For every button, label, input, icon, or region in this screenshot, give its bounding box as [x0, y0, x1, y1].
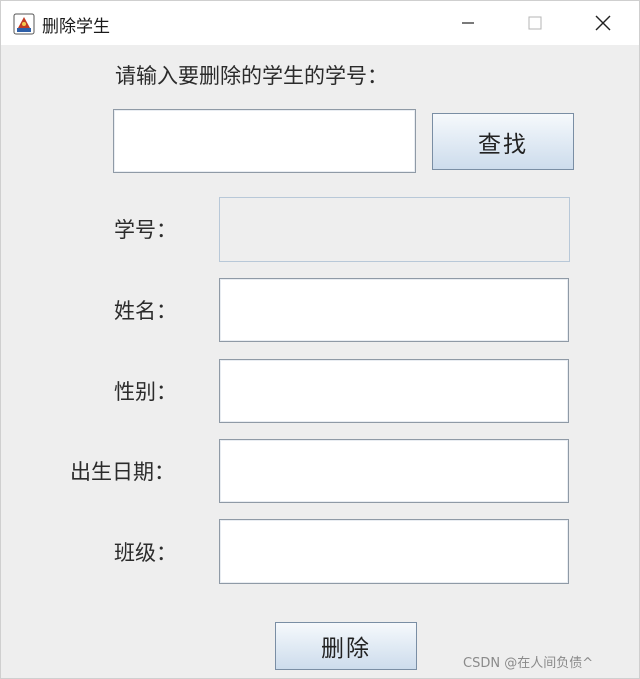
name-label: 姓名： — [114, 299, 177, 323]
gender-field[interactable] — [219, 359, 569, 423]
birth-date-field[interactable] — [219, 439, 569, 503]
title-bar[interactable]: 删除学生 — [1, 1, 639, 45]
maximize-icon — [528, 16, 542, 30]
student-id-field — [219, 197, 570, 262]
minimize-icon — [462, 22, 474, 24]
watermark-text: CSDN @在人间负债^ — [463, 656, 594, 671]
minimize-button[interactable] — [435, 1, 501, 45]
delete-button[interactable]: 删除 — [275, 622, 417, 670]
name-field[interactable] — [219, 278, 569, 342]
maximize-button[interactable] — [502, 1, 568, 45]
search-prompt-label: 请输入要删除的学生的学号： — [115, 64, 388, 88]
close-button[interactable] — [570, 1, 636, 45]
delete-student-window: 删除学生 请输入要删除的学生的学号： 查找 学号： 姓名： 性别： 出生日期： — [0, 0, 640, 679]
java-app-icon — [13, 13, 35, 35]
search-button[interactable]: 查找 — [432, 113, 574, 170]
student-id-search-input[interactable] — [113, 109, 416, 173]
class-field[interactable] — [219, 519, 569, 584]
window-title: 删除学生 — [42, 17, 110, 37]
gender-label: 性别： — [114, 380, 177, 404]
student-id-label: 学号： — [114, 218, 177, 242]
class-label: 班级： — [114, 541, 177, 565]
close-icon — [595, 15, 611, 31]
birth-date-label: 出生日期： — [70, 460, 175, 484]
